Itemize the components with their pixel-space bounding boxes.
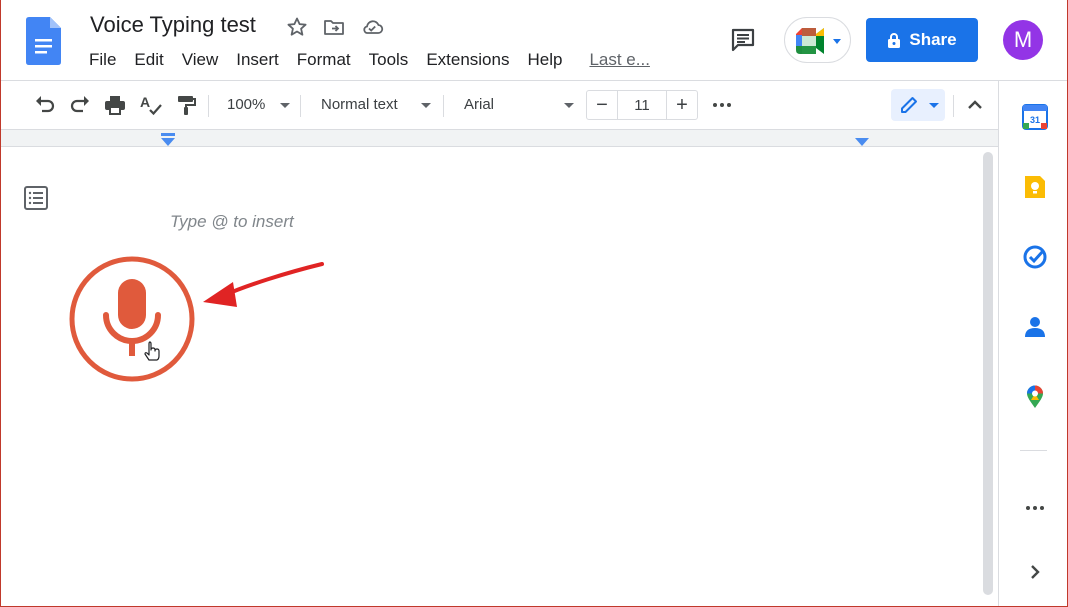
chevron-right-icon[interactable]: [1022, 559, 1048, 585]
move-folder-icon[interactable]: [322, 15, 346, 39]
tasks-icon[interactable]: [1022, 244, 1048, 270]
meet-dropdown-caret: [833, 39, 841, 44]
zoom-select[interactable]: 100%: [227, 96, 265, 113]
undo-icon[interactable]: [33, 93, 57, 117]
toolbar-divider: [300, 95, 301, 117]
more-icon[interactable]: [710, 93, 734, 117]
spellcheck-icon[interactable]: A: [139, 93, 163, 117]
keep-icon[interactable]: [1022, 174, 1048, 200]
contacts-icon[interactable]: [1022, 314, 1048, 340]
decrease-font-button[interactable]: −: [587, 91, 617, 119]
document-title[interactable]: Voice Typing test: [90, 12, 256, 38]
toolbar-divider: [443, 95, 444, 117]
svg-text:A: A: [140, 94, 150, 110]
increase-font-button[interactable]: +: [667, 91, 697, 119]
last-edit-link[interactable]: Last e...: [589, 50, 649, 70]
menu-file[interactable]: File: [89, 50, 116, 70]
first-line-indent-marker[interactable]: [161, 133, 175, 136]
share-label: Share: [909, 30, 957, 49]
menu-extensions[interactable]: Extensions: [426, 50, 509, 70]
toolbar-divider: [953, 95, 954, 117]
document-placeholder[interactable]: Type @ to insert: [170, 212, 294, 232]
calendar-icon[interactable]: 31: [1022, 104, 1048, 130]
menu-help[interactable]: Help: [527, 50, 562, 70]
pencil-icon: [901, 97, 917, 113]
ruler: [0, 129, 998, 147]
meet-button[interactable]: [784, 17, 851, 63]
zoom-caret: [280, 103, 290, 108]
comment-icon[interactable]: [729, 26, 757, 54]
menu-format[interactable]: Format: [297, 50, 351, 70]
side-panel-divider: [1020, 450, 1047, 451]
more-addons-icon[interactable]: [1022, 495, 1048, 521]
maps-icon[interactable]: [1022, 384, 1048, 410]
menu-insert[interactable]: Insert: [236, 50, 279, 70]
style-caret: [421, 103, 431, 108]
menu-edit[interactable]: Edit: [134, 50, 163, 70]
star-icon[interactable]: [285, 15, 309, 39]
editing-mode-button[interactable]: [891, 89, 945, 121]
menu-bar: File Edit View Insert Format Tools Exten…: [89, 50, 668, 70]
avatar-letter: M: [1013, 27, 1033, 52]
font-size-control: − 11 +: [586, 90, 698, 120]
docs-logo[interactable]: [26, 17, 64, 65]
paint-format-icon[interactable]: [174, 93, 198, 117]
hand-cursor-icon: [144, 341, 160, 361]
edit-mode-caret: [929, 103, 939, 108]
redo-icon[interactable]: [68, 93, 92, 117]
font-size-input[interactable]: 11: [617, 91, 667, 119]
calendar-day: 31: [1030, 115, 1040, 125]
cloud-saved-icon[interactable]: [360, 15, 384, 39]
share-button[interactable]: Share: [866, 18, 978, 62]
annotation-arrow: [203, 262, 324, 307]
font-caret: [564, 103, 574, 108]
font-select[interactable]: Arial: [464, 96, 494, 113]
lock-icon: [888, 33, 901, 48]
mic-icon[interactable]: [66, 253, 198, 385]
app-header: Voice Typing test File Edit View Insert …: [0, 0, 1068, 81]
scrollbar[interactable]: [983, 152, 993, 595]
print-icon[interactable]: [103, 93, 127, 117]
meet-icon: [796, 28, 824, 54]
paragraph-style-select[interactable]: Normal text: [321, 96, 398, 113]
menu-tools[interactable]: Tools: [369, 50, 409, 70]
avatar[interactable]: M: [1003, 20, 1043, 60]
left-indent-marker[interactable]: [161, 138, 175, 146]
outline-icon[interactable]: [23, 185, 49, 211]
right-indent-marker[interactable]: [855, 138, 869, 146]
side-panel: [998, 81, 1068, 607]
toolbar-divider: [208, 95, 209, 117]
menu-view[interactable]: View: [182, 50, 219, 70]
chevron-up-icon[interactable]: [963, 93, 987, 117]
